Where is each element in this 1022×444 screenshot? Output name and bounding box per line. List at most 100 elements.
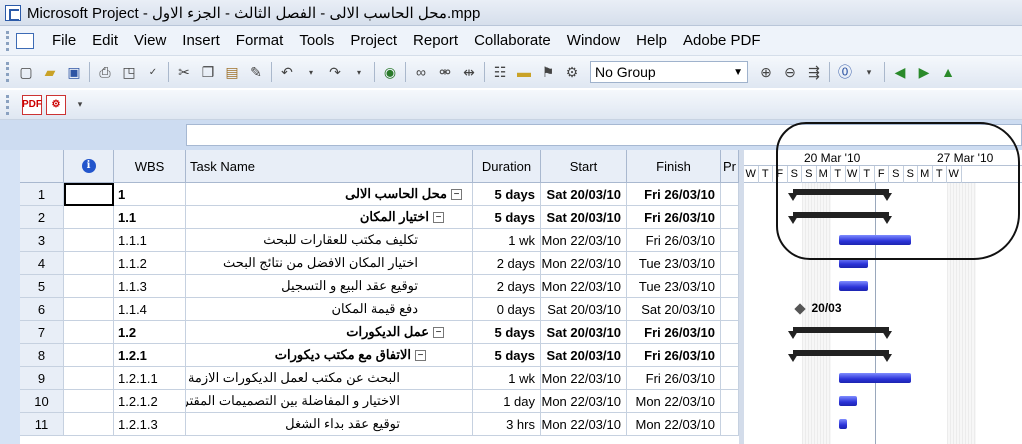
indicator-cell[interactable] bbox=[64, 390, 114, 413]
start-cell[interactable]: Sat 20/03/10 bbox=[541, 321, 627, 344]
row-number[interactable]: 11 bbox=[20, 413, 64, 436]
scroll-to-task-icon[interactable]: ⇶ bbox=[804, 62, 824, 82]
row-number[interactable]: 5 bbox=[20, 275, 64, 298]
collapse-icon[interactable]: − bbox=[415, 349, 426, 361]
table-row[interactable]: 3 1.1.1 تكليف مكتب للعقارات للبحث 1 wk Mon 2… bbox=[20, 229, 744, 252]
task-information-icon[interactable]: ☷ bbox=[490, 62, 510, 82]
convert-to-pdf-icon[interactable]: PDF bbox=[22, 94, 42, 115]
unlink-tasks-icon[interactable]: ⚮ bbox=[435, 62, 455, 82]
column-task-name[interactable]: Task Name bbox=[186, 150, 473, 183]
start-cell[interactable]: Sat 20/03/10 bbox=[541, 344, 627, 367]
start-cell[interactable]: Mon 22/03/10 bbox=[541, 367, 627, 390]
row-number[interactable]: 2 bbox=[20, 206, 64, 229]
duration-cell[interactable]: 2 days bbox=[473, 275, 541, 298]
row-number[interactable]: 10 bbox=[20, 390, 64, 413]
row-number[interactable]: 3 bbox=[20, 229, 64, 252]
arrow-up-icon[interactable]: ▲ bbox=[938, 62, 958, 82]
duration-cell[interactable]: 1 wk bbox=[473, 229, 541, 252]
row-number[interactable]: 4 bbox=[20, 252, 64, 275]
table-row[interactable]: 8 1.2.1 الاتفاق مع مكتب ديكورات −5 days Sat … bbox=[20, 344, 744, 367]
collapse-icon[interactable]: − bbox=[433, 211, 444, 223]
task-notes-icon[interactable]: ▬ bbox=[514, 62, 534, 82]
wbs-cell[interactable]: 1.2.1.2 bbox=[114, 390, 186, 413]
duration-cell[interactable]: 1 day bbox=[473, 390, 541, 413]
spelling-icon[interactable]: ✓ bbox=[143, 62, 163, 82]
paste-icon[interactable]: ▤ bbox=[222, 62, 242, 82]
table-row[interactable]: 7 1.2 عمل الديكورات −5 days Sat 20/03/10 Fri … bbox=[20, 321, 744, 344]
new-icon[interactable]: ▢ bbox=[16, 62, 36, 82]
task-bar[interactable] bbox=[838, 419, 847, 429]
table-row[interactable]: 1 1 محل الحاسب الالى −5 days Sat 20/03/10 Fri… bbox=[20, 183, 744, 206]
task-name-cell[interactable]: اختيار المكان الافضل من نتائج البحث bbox=[186, 252, 473, 275]
start-cell[interactable]: Mon 22/03/10 bbox=[541, 252, 627, 275]
column-predecessors[interactable]: Pr bbox=[721, 150, 739, 183]
arrow-right-icon[interactable]: ▶ bbox=[914, 62, 934, 82]
start-cell[interactable]: Mon 22/03/10 bbox=[541, 413, 627, 436]
dropdown-arrow-icon[interactable]: ▾ bbox=[349, 62, 369, 82]
table-row[interactable]: 2 1.1 اختيار المكان −5 days Sat 20/03/10 Fri … bbox=[20, 206, 744, 229]
zoom-in-icon[interactable]: ⊕ bbox=[756, 62, 776, 82]
table-row[interactable]: 11 1.2.1.3 توقيع عقد بداء الشغل 3 hrs Mon 22… bbox=[20, 413, 744, 436]
task-name-cell[interactable]: محل الحاسب الالى − bbox=[186, 183, 473, 206]
task-name-cell[interactable]: دفع قيمة المكان bbox=[186, 298, 473, 321]
toolbar-options-icon[interactable]: ▾ bbox=[859, 62, 879, 82]
finish-cell[interactable]: Fri 26/03/10 bbox=[627, 229, 721, 252]
menu-adobe-pdf[interactable]: Adobe PDF bbox=[675, 32, 769, 49]
finish-cell[interactable]: Tue 23/03/10 bbox=[627, 275, 721, 298]
indicator-cell[interactable] bbox=[64, 344, 114, 367]
indicator-cell[interactable] bbox=[64, 183, 114, 206]
start-cell[interactable]: Mon 22/03/10 bbox=[541, 275, 627, 298]
row-number[interactable]: 1 bbox=[20, 183, 64, 206]
toolbar-grip-handle[interactable] bbox=[6, 62, 14, 82]
summary-bar[interactable] bbox=[792, 327, 889, 333]
predecessors-cell[interactable] bbox=[721, 275, 739, 298]
table-row[interactable]: 10 1.2.1.2 الاختيار و المفاضلة بين التصميم… bbox=[20, 390, 744, 413]
wbs-cell[interactable]: 1.1.3 bbox=[114, 275, 186, 298]
wbs-cell[interactable]: 1 bbox=[114, 183, 186, 206]
finish-cell[interactable]: Mon 22/03/10 bbox=[627, 413, 721, 436]
duration-cell[interactable]: 0 days bbox=[473, 298, 541, 321]
predecessors-cell[interactable] bbox=[721, 413, 739, 436]
finish-cell[interactable]: Mon 22/03/10 bbox=[627, 390, 721, 413]
predecessors-cell[interactable] bbox=[721, 183, 739, 206]
start-cell[interactable]: Sat 20/03/10 bbox=[541, 183, 627, 206]
open-folder-icon[interactable]: ▰ bbox=[40, 62, 60, 82]
duration-cell[interactable]: 3 hrs bbox=[473, 413, 541, 436]
collapse-icon[interactable]: − bbox=[433, 326, 444, 338]
wbs-cell[interactable]: 1.1.4 bbox=[114, 298, 186, 321]
column-wbs[interactable]: WBS bbox=[114, 150, 186, 183]
menu-format[interactable]: Format bbox=[228, 32, 292, 49]
hyperlink-globe-icon[interactable]: ◉ bbox=[380, 62, 400, 82]
split-task-icon[interactable]: ⇹ bbox=[459, 62, 479, 82]
row-number[interactable]: 6 bbox=[20, 298, 64, 321]
task-bar[interactable] bbox=[838, 373, 911, 383]
view-bar[interactable] bbox=[0, 150, 20, 444]
start-cell[interactable]: Mon 22/03/10 bbox=[541, 390, 627, 413]
task-name-cell[interactable]: البحث عن مكتب لعمل الديكورات الازمة bbox=[186, 367, 473, 390]
finish-cell[interactable]: Fri 26/03/10 bbox=[627, 206, 721, 229]
start-cell[interactable]: Mon 22/03/10 bbox=[541, 229, 627, 252]
predecessors-cell[interactable] bbox=[721, 390, 739, 413]
menu-view[interactable]: View bbox=[126, 32, 174, 49]
print-icon[interactable]: ⎙ bbox=[95, 62, 115, 82]
copy-icon[interactable]: ❐ bbox=[198, 62, 218, 82]
document-icon[interactable] bbox=[16, 32, 34, 49]
table-row[interactable]: 4 1.1.2 اختيار المكان الافضل من نتائج البح… bbox=[20, 252, 744, 275]
duration-cell[interactable]: 5 days bbox=[473, 344, 541, 367]
wbs-cell[interactable]: 1.2.1 bbox=[114, 344, 186, 367]
row-number[interactable]: 7 bbox=[20, 321, 64, 344]
indicator-cell[interactable] bbox=[64, 298, 114, 321]
duration-cell[interactable]: 2 days bbox=[473, 252, 541, 275]
menu-project[interactable]: Project bbox=[342, 32, 405, 49]
toolbar-options-icon[interactable]: ▾ bbox=[70, 95, 90, 115]
help-icon[interactable]: ⓪ bbox=[835, 62, 855, 82]
task-bar[interactable] bbox=[838, 396, 857, 406]
finish-cell[interactable]: Fri 26/03/10 bbox=[627, 183, 721, 206]
toolbar-grip-handle[interactable] bbox=[6, 94, 14, 115]
undo-icon[interactable]: ↶ bbox=[277, 62, 297, 82]
task-name-cell[interactable]: الاختيار و المفاضلة بين التصميمات المقتر… bbox=[186, 390, 473, 413]
row-number[interactable]: 9 bbox=[20, 367, 64, 390]
row-number[interactable]: 8 bbox=[20, 344, 64, 367]
task-name-cell[interactable]: عمل الديكورات − bbox=[186, 321, 473, 344]
task-name-cell[interactable]: تكليف مكتب للعقارات للبحث bbox=[186, 229, 473, 252]
